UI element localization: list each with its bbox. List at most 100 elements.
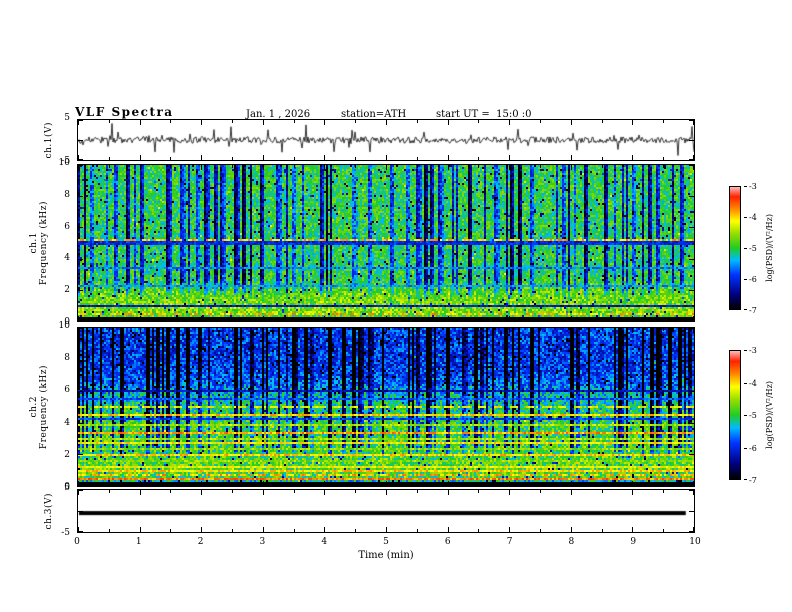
axis-tick [693, 490, 694, 495]
colorbar-tick-mark [744, 415, 747, 416]
axis-tick [293, 165, 295, 168]
axis-tick [540, 165, 541, 168]
ch2-frequency-tick-labels: 10 8 6 4 2 0 [52, 321, 70, 493]
colorbar-tick-mark [744, 382, 747, 384]
axis-tick [693, 155, 694, 160]
ch3-waveform-panel [77, 489, 695, 533]
axis-tick [386, 527, 387, 532]
axis-tick [509, 328, 511, 333]
axis-tick [601, 490, 603, 493]
ch1-spectrogram-panel [77, 164, 695, 322]
axis-tick [78, 511, 83, 512]
axis-tick [293, 328, 295, 331]
axis-tick [324, 165, 326, 170]
axis-tick [416, 483, 418, 486]
axis-tick [570, 527, 572, 532]
axis-tick [416, 328, 418, 331]
axis-tick [232, 318, 233, 321]
axis-tick [478, 120, 480, 123]
axis-tick [324, 328, 326, 333]
axis-tick [601, 318, 603, 321]
axis-tick [201, 481, 203, 486]
ch1-waveform-panel [77, 119, 695, 161]
axis-tick [540, 157, 541, 160]
axis-tick [355, 328, 357, 331]
axis-tick [447, 527, 449, 532]
colorbar-tick-label: -7 [749, 476, 757, 485]
axis-tick [232, 490, 233, 493]
axis-tick [355, 490, 357, 493]
axis-tick [693, 316, 694, 321]
axis-tick [78, 120, 79, 125]
axis-tick [689, 511, 694, 512]
y-tick-label: 6 [64, 385, 70, 396]
axis-tick [201, 328, 203, 333]
axis-tick [601, 157, 603, 160]
axis-tick [78, 316, 79, 321]
axis-tick [262, 316, 264, 321]
axis-tick [447, 155, 449, 160]
axis-tick [232, 165, 233, 168]
axis-tick [262, 527, 264, 532]
axis-tick [386, 155, 387, 160]
axis-tick [78, 527, 79, 532]
axis-tick [139, 316, 141, 321]
axis-tick [416, 157, 418, 160]
axis-tick [632, 328, 634, 333]
axis-tick [201, 316, 203, 321]
y-tick-label: 6 [64, 221, 70, 232]
axis-tick [201, 155, 203, 160]
axis-tick [632, 490, 634, 495]
axis-tick [232, 328, 233, 331]
axis-tick [689, 140, 694, 141]
axis-tick [170, 165, 172, 168]
ch2-spectrogram-panel [77, 327, 695, 487]
x-axis-label: Time (min) [358, 550, 414, 561]
y-tick-label: -5 [61, 528, 70, 538]
axis-tick [509, 490, 511, 495]
colorbar-ch2 [729, 350, 741, 480]
axis-tick [447, 490, 449, 495]
axis-tick [108, 490, 110, 493]
x-tick-label: 7 [506, 537, 513, 547]
axis-tick [139, 527, 141, 532]
axis-tick [689, 227, 694, 229]
axis-tick [170, 529, 172, 532]
axis-tick [201, 527, 203, 532]
axis-tick [632, 165, 634, 170]
axis-tick [540, 529, 541, 532]
y-tick-label: 8 [64, 353, 70, 364]
colorbar-tick-mark [744, 309, 747, 310]
axis-tick [570, 165, 572, 170]
axis-tick [540, 120, 541, 123]
colorbar-tick-label: -5 [749, 411, 757, 420]
x-tick-label: 10 [689, 537, 701, 547]
axis-tick [632, 120, 634, 125]
axis-tick [663, 157, 665, 160]
axis-tick [293, 490, 295, 493]
axis-tick [689, 422, 694, 424]
axis-tick [355, 483, 357, 486]
axis-tick [355, 120, 357, 123]
axis-tick [478, 328, 480, 331]
y-tick-label: 10 [58, 321, 70, 331]
axis-tick [478, 529, 480, 532]
axis-tick [355, 157, 357, 160]
axis-tick [570, 316, 572, 321]
axis-tick [509, 527, 511, 532]
axis-tick [293, 120, 295, 123]
axis-tick [324, 120, 326, 125]
axis-tick [293, 529, 295, 532]
colorbar-tick-mark [744, 217, 747, 218]
ch1-spectrogram-canvas [78, 165, 694, 321]
axis-tick [262, 481, 264, 486]
axis-tick [386, 316, 387, 321]
axis-tick [139, 165, 141, 170]
axis-tick [601, 483, 603, 486]
colorbar-tick-mark [744, 248, 747, 249]
axis-tick [689, 391, 694, 393]
axis-tick [108, 157, 110, 160]
x-tick-label: 0 [74, 537, 80, 547]
axis-tick [78, 165, 79, 170]
axis-tick [570, 328, 572, 333]
